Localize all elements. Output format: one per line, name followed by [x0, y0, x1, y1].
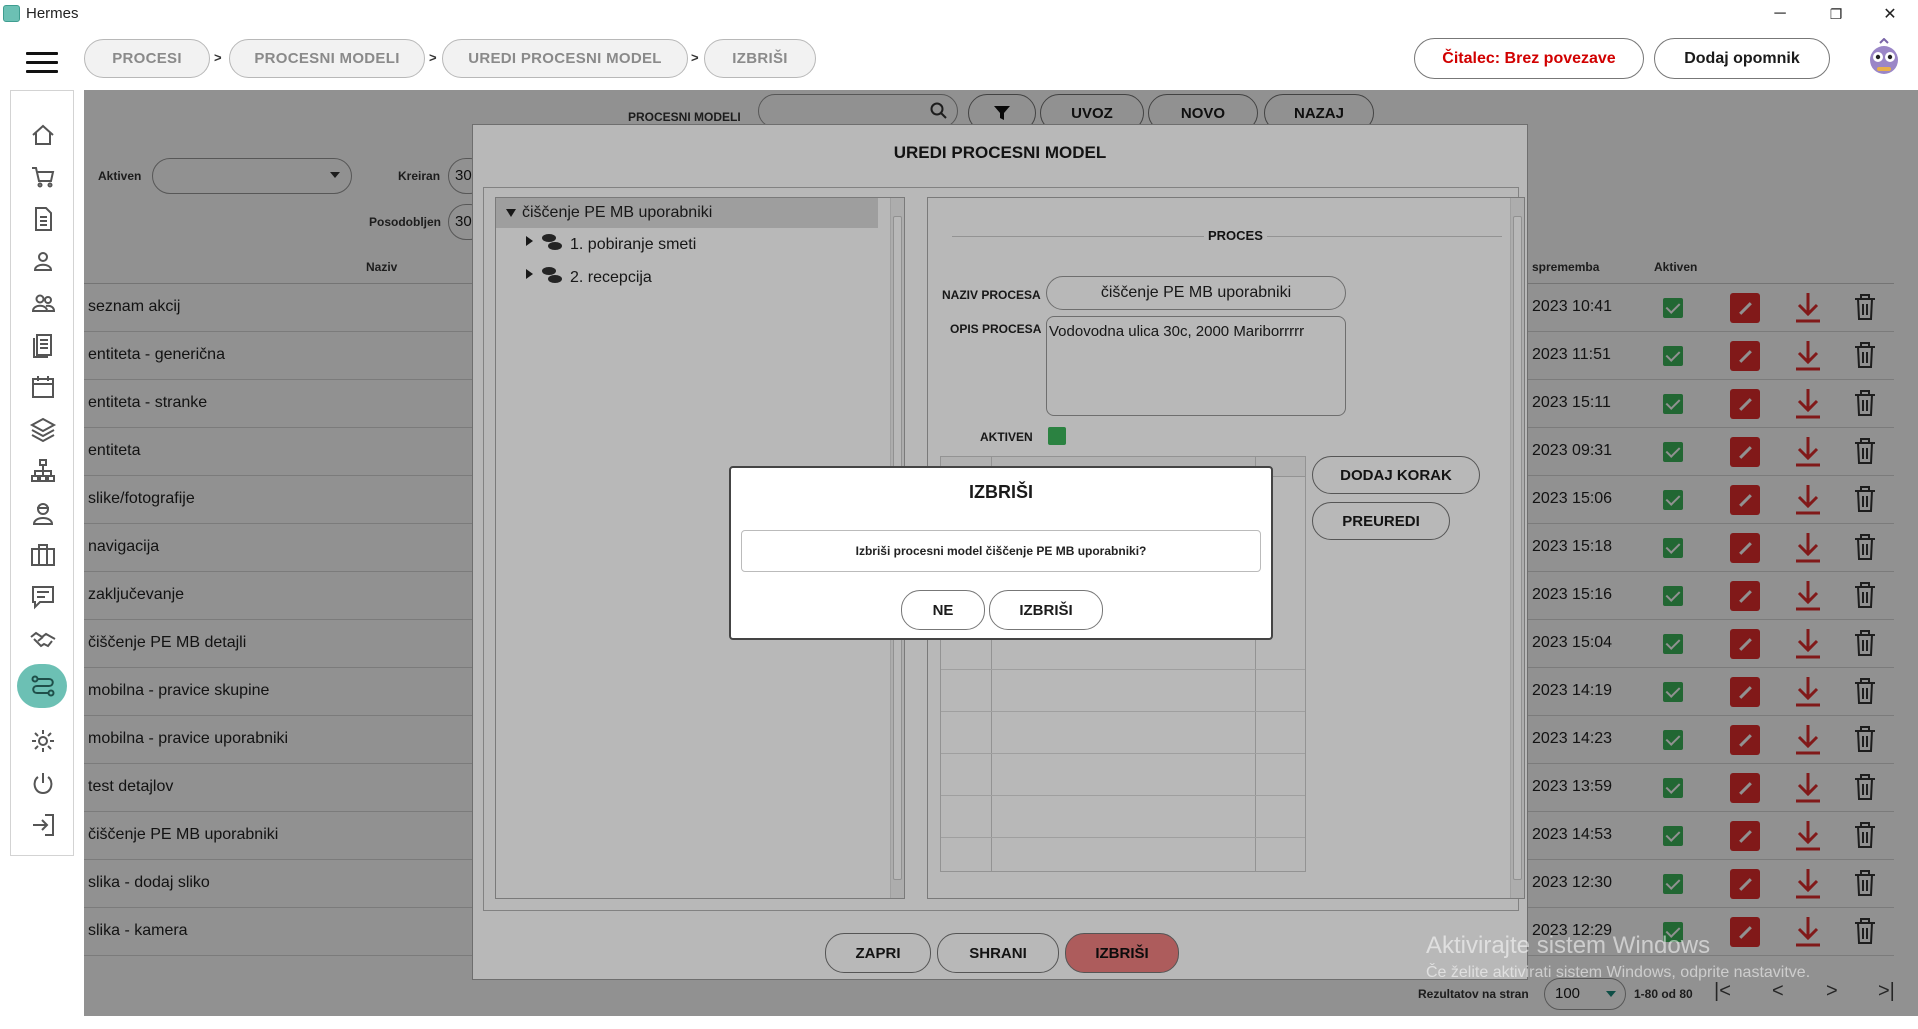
restore-button[interactable]: ❐: [1808, 0, 1864, 28]
confirm-message: Izbriši procesni model čiščenje PE MB up…: [741, 530, 1261, 572]
list-document-icon[interactable]: [27, 329, 59, 361]
breadcrumb-procesi[interactable]: PROCESI: [84, 39, 210, 78]
confirm-title: IZBRIŠI: [968, 482, 1033, 502]
worker-icon[interactable]: [27, 497, 59, 529]
sidebar: [10, 90, 74, 856]
calendar-icon[interactable]: [27, 371, 59, 403]
power-icon[interactable]: [27, 767, 59, 799]
briefcase-icon[interactable]: [27, 539, 59, 571]
breadcrumb-separator: >: [214, 50, 222, 65]
process-icon[interactable]: [27, 670, 59, 702]
breadcrumb-izbrisi[interactable]: IZBRIŠI: [704, 39, 816, 78]
confirm-no-button[interactable]: NE: [901, 590, 985, 630]
reader-status-button[interactable]: Čitalec: Brez povezave: [1414, 38, 1644, 79]
breadcrumb-uredi-procesni-model[interactable]: UREDI PROCESNI MODEL: [442, 39, 688, 78]
windows-watermark-text: Če želite aktivirati sistem Windows, odp…: [1426, 964, 1811, 981]
confirm-delete-dialog: IZBRIŠI Izbriši procesni model čiščenje …: [729, 466, 1273, 640]
close-window-button[interactable]: ✕: [1862, 0, 1918, 28]
breadcrumb-separator: >: [429, 50, 437, 65]
breadcrumb-procesni-modeli[interactable]: PROCESNI MODELI: [229, 39, 425, 78]
document-icon[interactable]: [27, 203, 59, 235]
home-icon[interactable]: [27, 119, 59, 151]
app-logo-icon: [3, 5, 20, 22]
cart-icon[interactable]: [27, 161, 59, 193]
add-reminder-button[interactable]: Dodaj opomnik: [1654, 38, 1830, 79]
user-icon[interactable]: [27, 245, 59, 277]
confirm-delete-button[interactable]: IZBRIŠI: [989, 590, 1103, 630]
windows-watermark-title: Aktivirajte sistem Windows: [1426, 932, 1711, 959]
chat-icon[interactable]: [27, 581, 59, 613]
layers-icon[interactable]: [27, 413, 59, 445]
users-icon[interactable]: [27, 287, 59, 319]
breadcrumb-separator: >: [691, 50, 699, 65]
avatar[interactable]: [1866, 38, 1902, 78]
window-title: Hermes: [26, 5, 79, 22]
minimize-button[interactable]: ─: [1752, 0, 1808, 28]
gear-icon[interactable]: [27, 725, 59, 757]
logout-icon[interactable]: [27, 809, 59, 841]
title-bar: Hermes ─ ❐ ✕: [0, 0, 1918, 28]
menu-icon[interactable]: [26, 52, 58, 74]
hierarchy-icon[interactable]: [27, 455, 59, 487]
handshake-icon[interactable]: [27, 623, 59, 655]
